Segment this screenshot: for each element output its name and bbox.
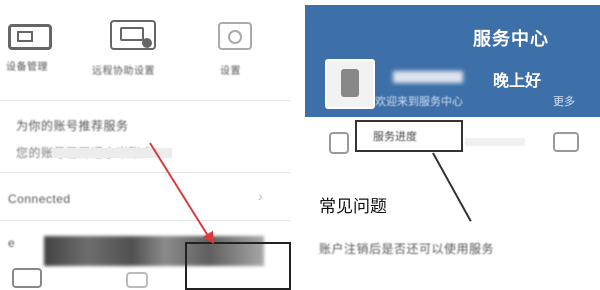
divider	[0, 172, 290, 173]
home-icon[interactable]	[126, 272, 148, 288]
dark-arrow	[432, 152, 472, 222]
settings-icon[interactable]	[218, 22, 252, 50]
red-arrow	[149, 142, 211, 239]
chevron-right-icon[interactable]: ›	[258, 188, 263, 204]
avatar[interactable]	[325, 59, 375, 109]
section-text-1: 为你的账号推荐服务	[16, 119, 129, 133]
chat-icon[interactable]	[12, 268, 42, 288]
divider	[0, 220, 290, 221]
more-link[interactable]: 更多	[553, 93, 575, 109]
row-label[interactable]: Connected	[8, 192, 71, 206]
settings-label[interactable]: 设置	[220, 62, 241, 77]
highlight-box	[185, 242, 291, 290]
redacted-username	[393, 71, 463, 83]
page-title: 服务中心	[473, 29, 549, 49]
faq-item[interactable]: 账户注销后是否还可以使用服务	[319, 240, 494, 257]
faq-title: 常见问题	[319, 197, 387, 216]
clipboard-icon[interactable]	[329, 132, 349, 154]
remote-assist-label[interactable]: 远程协助设置	[92, 62, 155, 77]
bottom-prefix: e	[8, 236, 16, 250]
service-progress-tab[interactable]: 服务进度	[355, 120, 463, 152]
service-progress-label: 服务进度	[373, 131, 417, 143]
welcome-link[interactable]: 欢迎来到服务中心	[375, 93, 463, 109]
redacted-mid	[465, 138, 525, 146]
right-screen: 服务中心 晚上好 欢迎来到服务中心 更多 服务进度 常见问题 账户注销后是否还可…	[305, 0, 600, 290]
greeting: 晚上好	[493, 73, 542, 90]
service-header: 服务中心 晚上好 欢迎来到服务中心 更多	[305, 5, 600, 117]
device-icon[interactable]	[8, 24, 52, 50]
divider	[0, 100, 290, 101]
wrench-icon[interactable]	[553, 132, 579, 152]
device-label[interactable]: 设备管理	[6, 62, 58, 74]
left-screen: 设备管理 远程协助设置 设置 为你的账号推荐服务 您的账号已开通小米账户 Con…	[0, 0, 300, 290]
remote-assist-icon[interactable]	[110, 20, 156, 50]
